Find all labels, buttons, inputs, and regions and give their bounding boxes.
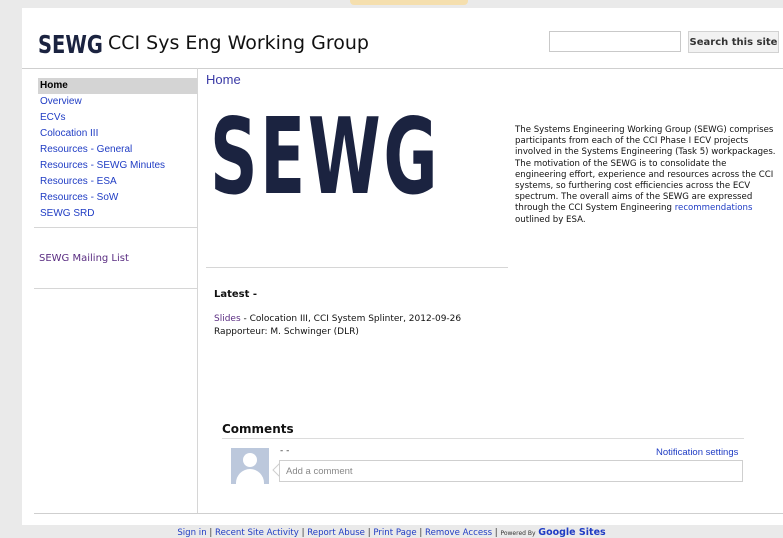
- intro-text: The Systems Engineering Working Group (S…: [515, 125, 776, 214]
- sign-in-link[interactable]: Sign in: [177, 528, 206, 538]
- sidebar-item-home[interactable]: Home: [38, 78, 197, 94]
- report-abuse-link[interactable]: Report Abuse: [307, 528, 365, 538]
- site-title[interactable]: CCI Sys Eng Working Group: [108, 32, 369, 54]
- page-title: Home: [206, 72, 241, 87]
- sidebar-item-resources-esa[interactable]: Resources - ESA: [38, 174, 197, 190]
- intro-paragraph: The Systems Engineering Working Group (S…: [515, 125, 778, 226]
- search-button[interactable]: Search this site: [688, 31, 779, 53]
- sidebar-item-resources-general[interactable]: Resources - General: [38, 142, 197, 158]
- sidebar-divider: [34, 227, 197, 228]
- footer-separator: |: [367, 528, 371, 538]
- print-page-link[interactable]: Print Page: [373, 528, 416, 538]
- avatar: [231, 448, 269, 484]
- sidebar-item-mailing-list[interactable]: SEWG Mailing List: [39, 253, 129, 264]
- latest-heading: Latest -: [214, 289, 258, 300]
- recent-site-activity-link[interactable]: Recent Site Activity: [215, 528, 299, 538]
- slides-link[interactable]: Slides: [214, 314, 241, 324]
- latest-entry-text: - Colocation III, CCI System Splinter, 2…: [243, 314, 462, 324]
- site-header: SEWG CCI Sys Eng Working Group Search th…: [22, 8, 783, 69]
- sidebar-item-resources-sow[interactable]: Resources - SoW: [38, 190, 197, 206]
- footer-divider: [34, 513, 783, 514]
- sewg-logo-image: SEWG: [210, 104, 504, 209]
- avatar-head-shape: [243, 453, 257, 467]
- comment-author: - -: [280, 446, 290, 456]
- footer-separator: |: [301, 528, 305, 538]
- sidebar-item-overview[interactable]: Overview: [38, 94, 197, 110]
- latest-rapporteur: Rapporteur: M. Schwinger (DLR): [214, 327, 359, 337]
- sewg-logo-text: SEWG: [210, 95, 441, 219]
- page-container: SEWG CCI Sys Eng Working Group Search th…: [22, 8, 783, 525]
- sidebar-item-resources-sewg-minutes[interactable]: Resources - SEWG Minutes: [38, 158, 197, 174]
- latest-entry: Slides - Colocation III, CCI System Spli…: [214, 314, 461, 324]
- footer-separator: |: [209, 528, 213, 538]
- comments-heading: Comments: [222, 422, 294, 436]
- search-input[interactable]: [549, 31, 681, 52]
- intro-tail: outlined by ESA.: [515, 214, 586, 225]
- content-divider: [206, 267, 508, 268]
- notification-settings-link[interactable]: Notification settings: [656, 447, 738, 458]
- remove-access-link[interactable]: Remove Access: [425, 528, 492, 538]
- avatar-body-shape: [236, 469, 264, 484]
- sidebar-item-ecvs[interactable]: ECVs: [38, 110, 197, 126]
- footer-separator: |: [419, 528, 423, 538]
- site-logo[interactable]: SEWG: [38, 30, 103, 59]
- sidebar: Home Overview ECVs Colocation III Resour…: [34, 68, 198, 513]
- google-sites-link[interactable]: Google Sites: [538, 527, 605, 538]
- comments-divider: [222, 438, 744, 439]
- footer-separator: |: [494, 528, 498, 538]
- site-footer: Sign in | Recent Site Activity | Report …: [0, 527, 783, 538]
- sidebar-nav: Home Overview ECVs Colocation III Resour…: [38, 78, 197, 222]
- add-comment-input[interactable]: Add a comment: [279, 460, 743, 482]
- sidebar-divider: [34, 288, 197, 289]
- sidebar-item-colocation-iii[interactable]: Colocation III: [38, 126, 197, 142]
- sidebar-item-sewg-srd[interactable]: SEWG SRD: [38, 206, 197, 222]
- top-notification-strip: [350, 0, 468, 5]
- recommendations-link[interactable]: recommendations: [675, 203, 753, 213]
- powered-by-label: Powered By: [500, 530, 536, 537]
